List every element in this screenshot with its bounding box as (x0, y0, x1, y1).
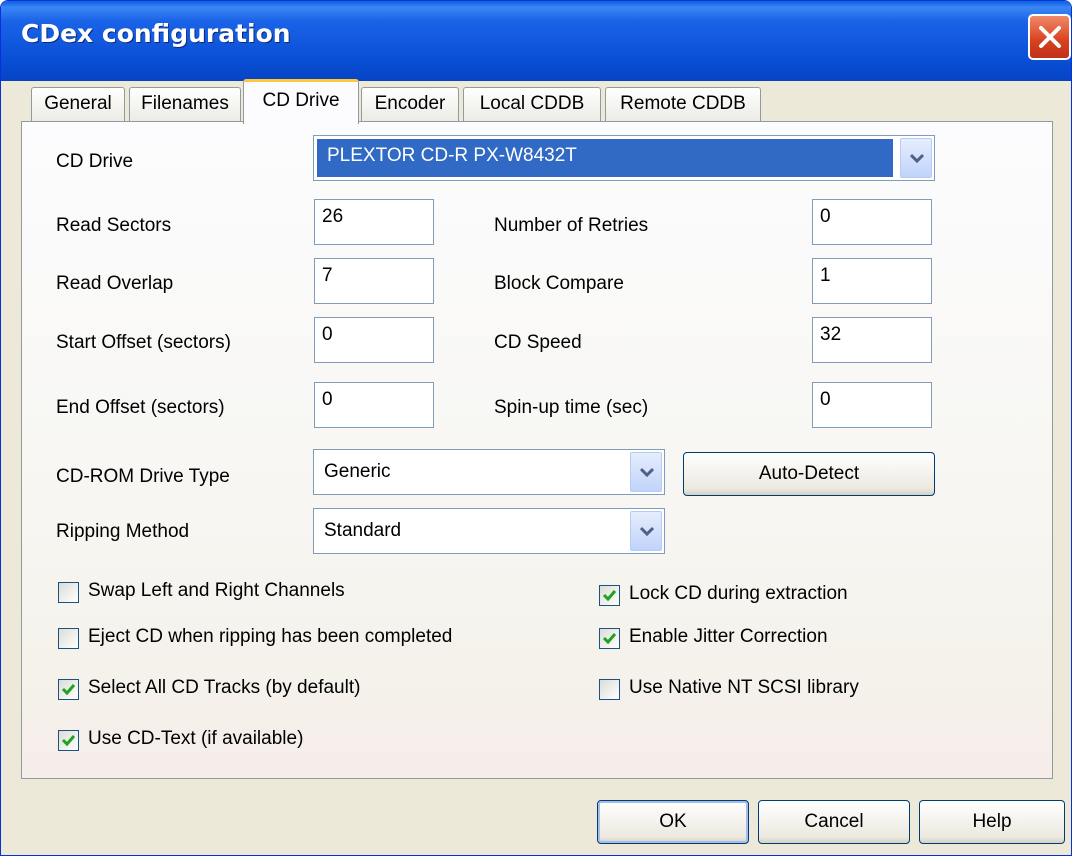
swap-channels-label: Swap Left and Right Channels (88, 580, 345, 601)
select-all-tracks-checkbox[interactable] (58, 679, 79, 700)
select-all-tracks-label: Select All CD Tracks (by default) (88, 677, 361, 698)
block-compare-label: Block Compare (494, 273, 624, 294)
checkmark-icon (61, 735, 76, 747)
chevron-down-icon (640, 467, 654, 477)
lock-cd-checkbox[interactable] (599, 585, 620, 606)
ripping-method-value: Standard (324, 520, 402, 541)
cancel-button[interactable]: Cancel (758, 800, 910, 844)
cdex-configuration-dialog: CDex configuration General Filenames CD … (0, 0, 1072, 856)
start-offset-input[interactable]: 0 (314, 317, 434, 363)
ok-button[interactable]: OK (597, 800, 749, 844)
tab-encoder[interactable]: Encoder (361, 87, 459, 121)
close-button[interactable] (1028, 14, 1071, 60)
chevron-down-icon (640, 526, 654, 536)
end-offset-input[interactable]: 0 (314, 382, 434, 428)
spinup-input[interactable]: 0 (812, 382, 932, 428)
lock-cd-label: Lock CD during extraction (629, 583, 848, 604)
spinup-label: Spin-up time (sec) (494, 397, 649, 418)
block-compare-input[interactable]: 1 (812, 258, 932, 304)
native-scsi-label: Use Native NT SCSI library (629, 677, 859, 698)
use-cd-text-checkbox[interactable] (58, 730, 79, 751)
tab-cd-drive[interactable]: CD Drive (243, 79, 359, 124)
cd-drive-select[interactable]: PLEXTOR CD-R PX-W8432T (313, 135, 935, 181)
cd-speed-input[interactable]: 32 (812, 317, 932, 363)
close-icon (1039, 26, 1061, 48)
read-sectors-label: Read Sectors (56, 215, 172, 236)
checkmark-icon (602, 590, 617, 602)
read-overlap-label: Read Overlap (56, 273, 174, 294)
help-button[interactable]: Help (919, 800, 1065, 844)
title-bar: CDex configuration (1, 1, 1071, 81)
read-overlap-input[interactable]: 7 (314, 258, 434, 304)
retries-label: Number of Retries (494, 215, 649, 236)
chevron-down-icon (910, 153, 924, 163)
ripping-method-dropdown-button[interactable] (630, 511, 662, 551)
cd-drive-dropdown-button[interactable] (900, 138, 932, 178)
auto-detect-button[interactable]: Auto-Detect (683, 452, 935, 496)
ripping-method-select[interactable]: Standard (313, 508, 665, 554)
eject-cd-label: Eject CD when ripping has been completed (88, 626, 453, 647)
use-cd-text-label: Use CD-Text (if available) (88, 728, 304, 749)
end-offset-label: End Offset (sectors) (56, 397, 225, 418)
cd-drive-value: PLEXTOR CD-R PX-W8432T (317, 139, 893, 177)
window-title: CDex configuration (21, 19, 291, 48)
jitter-correction-checkbox[interactable] (599, 628, 620, 649)
jitter-correction-label: Enable Jitter Correction (629, 626, 828, 647)
eject-cd-checkbox[interactable] (58, 628, 79, 649)
native-scsi-checkbox[interactable] (599, 679, 620, 700)
start-offset-label: Start Offset (sectors) (56, 332, 231, 353)
tab-filenames[interactable]: Filenames (129, 87, 241, 121)
drive-type-value: Generic (324, 461, 391, 482)
retries-input[interactable]: 0 (812, 199, 932, 245)
checkmark-icon (61, 684, 76, 696)
tab-remote-cddb[interactable]: Remote CDDB (605, 87, 761, 121)
swap-channels-checkbox[interactable] (58, 582, 79, 603)
drive-type-select[interactable]: Generic (313, 449, 665, 495)
checkmark-icon (602, 633, 617, 645)
ripping-method-label: Ripping Method (56, 521, 190, 542)
drive-type-dropdown-button[interactable] (630, 452, 662, 492)
cd-speed-label: CD Speed (494, 332, 582, 353)
tab-general[interactable]: General (31, 87, 125, 121)
cd-drive-label: CD Drive (56, 151, 134, 172)
tab-local-cddb[interactable]: Local CDDB (463, 87, 601, 121)
read-sectors-input[interactable]: 26 (314, 199, 434, 245)
drive-type-label: CD-ROM Drive Type (56, 466, 230, 487)
